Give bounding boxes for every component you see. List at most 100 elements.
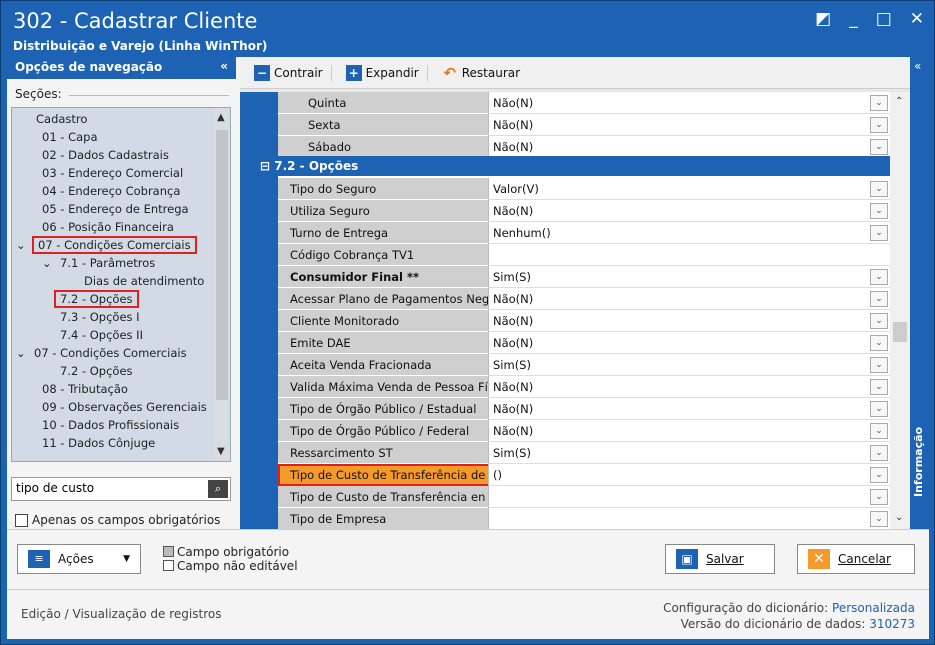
row-value[interactable]: ⌄	[488, 508, 890, 529]
tree-item-opcoes-i[interactable]: 7.3 - Opções I	[60, 310, 140, 324]
actions-button[interactable]: ≡ Ações ▼	[17, 544, 141, 574]
tree-expand-icon[interactable]: ⌄	[16, 346, 26, 360]
tree-expand-icon[interactable]: ⌄	[42, 256, 52, 270]
group-collapse-icon[interactable]: ⊟	[260, 159, 274, 173]
group-header[interactable]: ⊟ 7.2 - Opções	[254, 156, 890, 176]
tree-item-condicoes-comerciais-2[interactable]: 07 - Condições Comerciais	[34, 346, 187, 360]
nav-collapse-icon[interactable]: «	[220, 59, 228, 73]
grid-row[interactable]: Cliente Monitorado Não(N) ⌄	[278, 310, 890, 332]
scroll-down-icon[interactable]: ▼	[217, 446, 225, 457]
row-value[interactable]	[488, 244, 890, 266]
tree-scroll-thumb[interactable]	[216, 130, 228, 400]
restore-button[interactable]: ↶ Restaurar	[434, 65, 528, 81]
tree-item-endereco-entrega[interactable]: 05 - Endereço de Entrega	[42, 202, 189, 216]
grid-row[interactable]: Tipo de Empresa ⌄	[278, 508, 890, 529]
chevron-down-icon[interactable]: ⌄	[870, 203, 888, 219]
grid-row[interactable]: Acessar Plano de Pagamentos Neg Não(N) ⌄	[278, 288, 890, 310]
tree-item-tributacao[interactable]: 08 - Tributação	[42, 382, 128, 396]
row-value[interactable]: Nenhum() ⌄	[488, 222, 890, 244]
chevron-down-icon[interactable]: ⌄	[870, 117, 888, 133]
chevron-down-icon[interactable]: ⌄	[870, 423, 888, 439]
chevron-down-icon[interactable]: ⌄	[870, 225, 888, 241]
tree-item-dados-profissionais[interactable]: 10 - Dados Profissionais	[42, 418, 179, 432]
row-value[interactable]: Não(N) ⌄	[488, 92, 890, 114]
tree-item-cadastro[interactable]: Cadastro	[36, 112, 87, 126]
chevron-down-icon[interactable]: ⌄	[870, 467, 888, 483]
grid-row-selected[interactable]: Tipo de Custo de Transferência de() ⌄	[278, 464, 890, 486]
config-value[interactable]: Personalizada	[832, 601, 915, 615]
grid-row[interactable]: Sábado Não(N) ⌄	[278, 136, 890, 158]
dropdown-arrow-icon[interactable]: ▼	[123, 554, 130, 564]
row-value[interactable]: Sim(S) ⌄	[488, 442, 890, 464]
collapse-button[interactable]: − Contrair	[246, 64, 332, 81]
row-value[interactable]: Não(N) ⌄	[488, 420, 890, 442]
row-value[interactable]: Sim(S) ⌄	[488, 266, 890, 288]
row-value[interactable]: Não(N) ⌄	[488, 114, 890, 136]
grid-row[interactable]: Sexta Não(N) ⌄	[278, 114, 890, 136]
tree-item-parametros[interactable]: 7.1 - Parâmetros	[60, 256, 155, 270]
info-collapse-icon[interactable]: «	[914, 59, 921, 73]
row-value[interactable]: Valor(V) ⌄	[488, 178, 890, 200]
tree-item-endereco-comercial[interactable]: 03 - Endereço Comercial	[42, 166, 183, 180]
grid-scrollbar[interactable]: ⌃ ⌄	[890, 92, 910, 529]
chevron-down-icon[interactable]: ⌄	[870, 489, 888, 505]
save-button[interactable]: ▣ Salvar	[665, 544, 775, 574]
row-value[interactable]: Não(N) ⌄	[488, 332, 890, 354]
search-icon[interactable]: ⌕	[208, 480, 228, 498]
checkbox-box[interactable]	[15, 513, 28, 527]
sections-tree[interactable]: Cadastro 01 - Capa 02 - Dados Cadastrais…	[11, 107, 231, 462]
scroll-down-icon[interactable]: ⌄	[895, 512, 903, 523]
search-input[interactable]	[12, 478, 202, 498]
row-value[interactable]: Não(N) ⌄	[488, 136, 890, 158]
grid-row[interactable]: Tipo de Órgão Público / Federal Não(N) ⌄	[278, 420, 890, 442]
grid-row[interactable]: Código Cobrança TV1	[278, 244, 890, 266]
row-value[interactable]: () ⌄	[488, 464, 890, 486]
close-icon[interactable]: ✕	[910, 9, 924, 29]
row-value[interactable]: Não(N) ⌄	[488, 376, 890, 398]
field-search[interactable]: ⌕	[11, 477, 231, 501]
grid-row[interactable]: Ressarcimento ST Sim(S) ⌄	[278, 442, 890, 464]
chevron-down-icon[interactable]: ⌄	[870, 379, 888, 395]
expand-button[interactable]: + Expandir	[338, 64, 428, 81]
row-value[interactable]: Não(N) ⌄	[488, 288, 890, 310]
tree-item-dados-conjuge[interactable]: 11 - Dados Cônjuge	[42, 436, 155, 450]
grid-scroll-thumb[interactable]	[893, 322, 907, 342]
tree-item-opcoes-2[interactable]: 7.2 - Opções	[60, 364, 133, 378]
grid-row[interactable]: Tipo do Seguro Valor(V) ⌄	[278, 178, 890, 200]
chevron-down-icon[interactable]: ⌄	[870, 445, 888, 461]
tree-item-capa[interactable]: 01 - Capa	[42, 130, 98, 144]
information-panel-tab[interactable]: « Informação	[910, 57, 929, 529]
chevron-down-icon[interactable]: ⌄	[870, 511, 888, 527]
chevron-down-icon[interactable]: ⌄	[870, 335, 888, 351]
scroll-up-icon[interactable]: ⌃	[895, 96, 903, 107]
tree-item-dias-atendimento[interactable]: Dias de atendimento	[84, 274, 204, 288]
chevron-down-icon[interactable]: ⌄	[870, 181, 888, 197]
row-value[interactable]: Não(N) ⌄	[488, 200, 890, 222]
tree-scrollbar[interactable]: ▲ ▼	[214, 108, 230, 461]
chevron-down-icon[interactable]: ⌄	[870, 291, 888, 307]
only-required-checkbox[interactable]: Apenas os campos obrigatórios	[15, 513, 220, 527]
row-value[interactable]: ⌄	[488, 486, 890, 508]
tree-expand-icon[interactable]: ⌄	[16, 238, 26, 252]
grid-row[interactable]: Consumidor Final ** Sim(S) ⌄	[278, 266, 890, 288]
tree-item-dados-cadastrais[interactable]: 02 - Dados Cadastrais	[42, 148, 169, 162]
tree-item-observacoes[interactable]: 09 - Observações Gerenciais	[42, 400, 207, 414]
row-value[interactable]: Não(N) ⌄	[488, 310, 890, 332]
grid-row[interactable]: Utiliza Seguro Não(N) ⌄	[278, 200, 890, 222]
restore-layout-icon[interactable]: ◩	[815, 9, 831, 29]
tree-item-endereco-cobranca[interactable]: 04 - Endereço Cobrança	[42, 184, 180, 198]
grid-row[interactable]: Aceita Venda Fracionada Sim(S) ⌄	[278, 354, 890, 376]
chevron-down-icon[interactable]: ⌄	[870, 269, 888, 285]
cancel-button[interactable]: ✕ Cancelar	[797, 544, 915, 574]
tree-item-opcoes-ii[interactable]: 7.4 - Opções II	[60, 328, 143, 342]
chevron-down-icon[interactable]: ⌄	[870, 357, 888, 373]
tree-item-opcoes[interactable]: 7.2 - Opções	[54, 290, 139, 308]
chevron-down-icon[interactable]: ⌄	[870, 401, 888, 417]
grid-row[interactable]: Tipo de Custo de Transferência en ⌄	[278, 486, 890, 508]
tree-item-posicao-financeira[interactable]: 06 - Posição Financeira	[42, 220, 174, 234]
chevron-down-icon[interactable]: ⌄	[870, 313, 888, 329]
scroll-up-icon[interactable]: ▲	[217, 112, 225, 123]
tree-item-condicoes-comerciais[interactable]: 07 - Condições Comerciais	[32, 236, 197, 254]
maximize-icon[interactable]: □	[876, 9, 892, 29]
grid-row[interactable]: Turno de Entrega Nenhum() ⌄	[278, 222, 890, 244]
